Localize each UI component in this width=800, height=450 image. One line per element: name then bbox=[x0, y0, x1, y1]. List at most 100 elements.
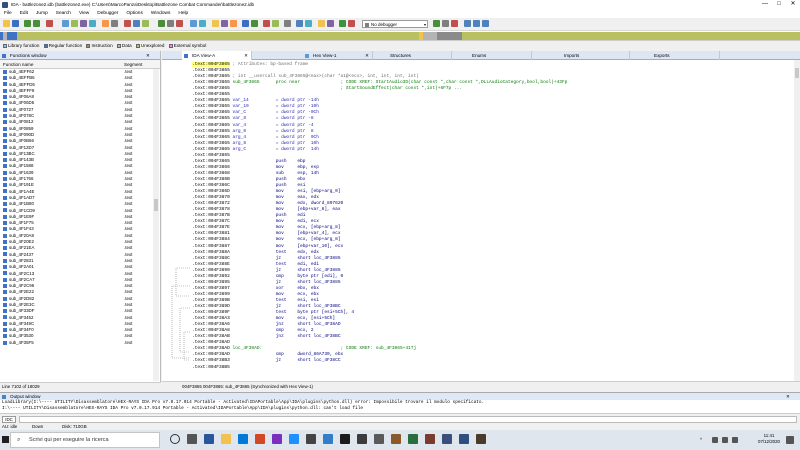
app-icon[interactable] bbox=[374, 434, 384, 444]
code-line[interactable]: .text:004F3865 ; StartSoundEffect(char c… bbox=[192, 86, 462, 92]
search-text-icon[interactable] bbox=[318, 20, 325, 27]
close-icon[interactable]: ✕ bbox=[365, 51, 369, 60]
tab-hex-view-1[interactable]: Hex View-1 ✕ bbox=[303, 51, 373, 60]
array-icon[interactable] bbox=[102, 20, 109, 27]
debug-run-icon[interactable] bbox=[433, 20, 440, 27]
navigation-band[interactable] bbox=[0, 31, 800, 41]
ida-taskbar-icon[interactable] bbox=[459, 434, 469, 444]
output-window-body[interactable]: LoadLibrary(I:\---- UTILITY\Disassemblat… bbox=[0, 400, 800, 413]
tab-ida-view-a[interactable]: IDA View-A ✕ bbox=[182, 51, 252, 60]
data-icon[interactable] bbox=[80, 20, 87, 27]
string-icon[interactable] bbox=[89, 20, 96, 27]
windows-start-icon[interactable] bbox=[2, 436, 9, 443]
enum-icon[interactable] bbox=[142, 20, 149, 27]
close-icon[interactable]: ✕ bbox=[244, 51, 248, 60]
terminate-icon[interactable] bbox=[348, 20, 355, 27]
tray-overflow-icon[interactable]: ^ bbox=[700, 430, 702, 450]
hex-icon[interactable] bbox=[62, 20, 69, 27]
options-icon[interactable] bbox=[284, 20, 291, 27]
menu-file[interactable]: File bbox=[0, 9, 16, 18]
start-debugger-icon[interactable] bbox=[339, 20, 346, 27]
menu-debugger[interactable]: Debugger bbox=[93, 9, 122, 18]
mail-icon[interactable] bbox=[255, 434, 265, 444]
keyboard-icon[interactable] bbox=[732, 437, 738, 443]
graph-icon[interactable] bbox=[190, 20, 197, 27]
stop-icon[interactable] bbox=[176, 20, 183, 27]
menu-edit[interactable]: Edit bbox=[16, 9, 32, 18]
save-icon[interactable] bbox=[12, 20, 19, 27]
operand-icon[interactable] bbox=[296, 20, 303, 27]
functions-window-header[interactable]: Functions window ✕ bbox=[0, 51, 160, 60]
step-over-icon[interactable] bbox=[473, 20, 480, 27]
trace-icon[interactable] bbox=[272, 20, 279, 27]
jump-icon[interactable] bbox=[46, 20, 53, 27]
output-window-header[interactable]: Output window ✕ bbox=[0, 392, 800, 400]
app-icon[interactable] bbox=[357, 434, 367, 444]
pause-icon[interactable] bbox=[167, 20, 174, 27]
forward-arrow-icon[interactable] bbox=[33, 20, 40, 27]
menu-help[interactable]: Help bbox=[174, 9, 192, 18]
plugin-icon[interactable] bbox=[242, 20, 249, 27]
debug-pause-icon[interactable] bbox=[442, 20, 449, 27]
code-icon[interactable] bbox=[71, 20, 78, 27]
step-into-icon[interactable] bbox=[464, 20, 471, 27]
edge-icon[interactable] bbox=[204, 434, 214, 444]
breakpoint-icon[interactable] bbox=[263, 20, 270, 27]
undefine-icon[interactable] bbox=[111, 20, 118, 27]
ida-view-scrollbar[interactable] bbox=[794, 60, 800, 381]
bookmark-icon[interactable] bbox=[212, 20, 219, 27]
notification-icon[interactable] bbox=[786, 436, 794, 444]
app-icon[interactable] bbox=[408, 434, 418, 444]
ida-view-a[interactable]: .text:004F3865 ; Attributes: bp-based fr… bbox=[162, 60, 800, 381]
close-icon[interactable]: ✕ bbox=[146, 51, 150, 60]
column-segment[interactable]: Segment bbox=[124, 60, 142, 69]
menu-options[interactable]: Options bbox=[122, 9, 147, 18]
xref-icon[interactable] bbox=[221, 20, 228, 27]
task-view-icon[interactable] bbox=[187, 434, 197, 444]
tab-exports[interactable]: Exports bbox=[644, 51, 720, 60]
search-binary-icon[interactable] bbox=[327, 20, 334, 27]
step-out-icon[interactable] bbox=[482, 20, 489, 27]
app-icon[interactable] bbox=[306, 434, 316, 444]
command-language-button[interactable]: IDC bbox=[2, 415, 16, 423]
script-icon[interactable] bbox=[251, 20, 258, 27]
file-explorer-icon[interactable] bbox=[221, 434, 231, 444]
minimize-button[interactable]: — bbox=[758, 0, 772, 9]
tab-structures[interactable]: Structures bbox=[380, 51, 452, 60]
taskbar-search[interactable]: ⌕ Scrivi qui per eseguire la ricerca bbox=[10, 432, 160, 448]
menu-search[interactable]: Search bbox=[52, 9, 75, 18]
command-input[interactable] bbox=[19, 415, 797, 423]
scrollbar-thumb[interactable] bbox=[795, 68, 799, 78]
maximize-button[interactable]: □ bbox=[772, 0, 786, 9]
clock[interactable]: 11:41 07/12/2020 bbox=[758, 433, 780, 445]
run-icon[interactable] bbox=[158, 20, 165, 27]
open-folder-icon[interactable] bbox=[3, 20, 10, 27]
struct-icon[interactable] bbox=[133, 20, 140, 27]
scrollbar-thumb[interactable] bbox=[154, 199, 158, 211]
app-icon[interactable] bbox=[442, 434, 452, 444]
code-line[interactable]: .text:004F38B5 bbox=[192, 365, 230, 371]
app-icon[interactable] bbox=[476, 434, 486, 444]
app-icon[interactable] bbox=[340, 434, 350, 444]
function-icon[interactable] bbox=[124, 20, 131, 27]
back-arrow-icon[interactable] bbox=[24, 20, 31, 27]
comment-icon[interactable] bbox=[305, 20, 312, 27]
volume-icon[interactable] bbox=[722, 437, 728, 443]
proximity-icon[interactable] bbox=[199, 20, 206, 27]
cortana-icon[interactable] bbox=[170, 434, 180, 444]
app-icon[interactable] bbox=[425, 434, 435, 444]
menu-windows[interactable]: Windows bbox=[147, 9, 174, 18]
store-icon[interactable] bbox=[238, 434, 248, 444]
chrome-icon[interactable] bbox=[289, 434, 299, 444]
menu-view[interactable]: View bbox=[75, 9, 93, 18]
network-icon[interactable] bbox=[712, 437, 718, 443]
menu-jump[interactable]: Jump bbox=[32, 9, 52, 18]
column-function-name[interactable]: Function name bbox=[3, 60, 33, 69]
tab-imports[interactable]: Imports bbox=[554, 51, 630, 60]
app-icon[interactable] bbox=[391, 434, 401, 444]
close-button[interactable]: ✕ bbox=[786, 0, 800, 9]
functions-scrollbar[interactable] bbox=[153, 69, 159, 381]
debugger-select[interactable]: No debugger ▾ bbox=[362, 20, 428, 28]
visual-studio-icon[interactable] bbox=[272, 434, 282, 444]
app-icon[interactable] bbox=[323, 434, 333, 444]
